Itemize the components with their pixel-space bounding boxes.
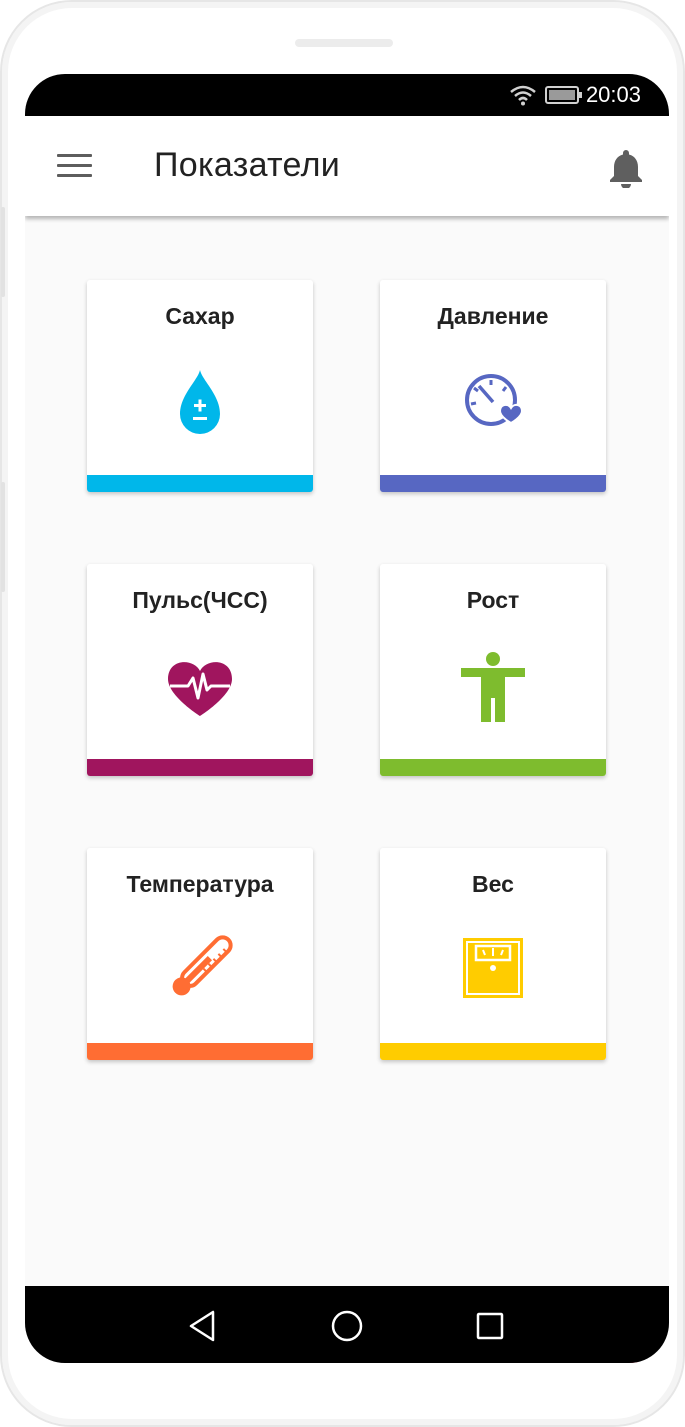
menu-icon[interactable]	[57, 154, 93, 180]
card-pulse[interactable]: Пульс(ЧСС)	[87, 564, 313, 776]
side-button	[1, 482, 5, 592]
card-title: Вес	[472, 871, 514, 897]
card-color-bar	[87, 1043, 313, 1060]
phone-frame: 20:03 Показатели Сахар Давление Пульс(ЧС…	[0, 0, 685, 1427]
pressure-gauge-heart-icon	[465, 374, 524, 426]
card-weight[interactable]: Вес	[380, 848, 606, 1060]
speaker	[295, 39, 393, 47]
card-title: Давление	[437, 303, 549, 329]
card-color-bar	[87, 759, 313, 776]
card-color-bar	[380, 475, 606, 492]
heart-pulse-icon	[168, 662, 232, 716]
wifi-icon	[510, 85, 536, 106]
card-title: Рост	[466, 587, 520, 613]
status-time: 20:03	[585, 82, 641, 107]
card-color-bar	[380, 1043, 606, 1060]
card-temperature[interactable]: Температура	[87, 848, 313, 1060]
status-bar: 20:03	[25, 74, 669, 116]
card-height[interactable]: Рост	[380, 564, 606, 776]
recents-icon[interactable]	[470, 1306, 510, 1346]
side-button	[1, 207, 5, 297]
indicator-grid: Сахар Давление Пульс(ЧСС) Рост Температу…	[25, 216, 669, 1363]
battery-icon	[545, 86, 582, 104]
app-bar: Показатели	[25, 116, 669, 216]
card-title: Сахар	[165, 303, 235, 329]
card-color-bar	[380, 759, 606, 776]
page-title: Показатели	[154, 146, 341, 184]
back-icon[interactable]	[185, 1306, 225, 1346]
thermometer-icon	[172, 935, 233, 996]
bell-icon[interactable]	[608, 148, 644, 188]
screen: 20:03 Показатели Сахар Давление Пульс(ЧС…	[25, 74, 669, 1363]
card-pressure[interactable]: Давление	[380, 280, 606, 492]
system-nav-bar	[25, 1286, 669, 1363]
scale-icon	[463, 938, 523, 998]
home-icon[interactable]	[327, 1306, 367, 1346]
drop-icon	[180, 370, 220, 434]
card-color-bar	[87, 475, 313, 492]
card-title: Пульс(ЧСС)	[132, 587, 268, 613]
card-sugar[interactable]: Сахар	[87, 280, 313, 492]
card-title: Температура	[126, 871, 274, 897]
person-icon	[461, 652, 525, 722]
